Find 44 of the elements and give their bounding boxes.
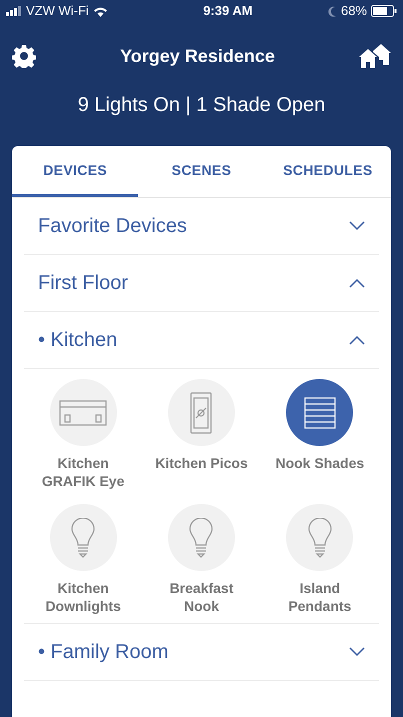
status-summary: 9 Lights On | 1 Shade Open bbox=[78, 93, 326, 118]
residence-title: Yorgey Residence bbox=[120, 44, 275, 68]
device-tile[interactable]: Kitchen Downlights bbox=[24, 504, 142, 615]
signal-icon bbox=[6, 6, 22, 16]
tab[interactable]: DEVICES bbox=[12, 146, 138, 197]
tab[interactable]: SCENES bbox=[138, 146, 265, 197]
moon-icon bbox=[328, 6, 337, 16]
battery-percent: 68% bbox=[340, 2, 367, 20]
section-header[interactable]: Favorite Devices bbox=[24, 198, 379, 255]
status-time: 9:39 AM bbox=[203, 2, 253, 20]
light-bulb-icon bbox=[71, 518, 96, 558]
tab[interactable]: SCHEDULES bbox=[264, 146, 391, 197]
section-title: • Kitchen bbox=[38, 328, 118, 353]
device-tile[interactable]: Kitchen Picos bbox=[142, 379, 261, 490]
battery-icon bbox=[371, 5, 397, 17]
device-tile[interactable]: Kitchen GRAFIK Eye bbox=[24, 379, 142, 490]
device-label: Kitchen Picos bbox=[154, 454, 249, 472]
section-header[interactable]: • Kitchen bbox=[24, 312, 379, 369]
light-bulb-icon bbox=[308, 518, 332, 558]
section-title: Favorite Devices bbox=[38, 214, 187, 239]
houses-icon[interactable] bbox=[358, 43, 391, 69]
device-label: Kitchen Downlights bbox=[44, 579, 122, 615]
carrier-text: VZW Wi-Fi bbox=[26, 2, 89, 20]
device-label: Island Pendants bbox=[287, 579, 352, 615]
chevron-up-icon bbox=[349, 278, 365, 288]
control-panel-icon bbox=[59, 400, 108, 426]
section-title: • Family Room bbox=[38, 640, 168, 665]
device-tile[interactable]: Nook Shades bbox=[260, 379, 379, 490]
wall-remote-icon bbox=[190, 392, 212, 434]
device-tile[interactable]: Island Pendants bbox=[260, 504, 379, 615]
chevron-up-icon bbox=[349, 335, 365, 345]
section-title: First Floor bbox=[38, 271, 128, 296]
section-header[interactable]: First Floor bbox=[24, 255, 379, 312]
device-tile[interactable]: Breakfast Nook bbox=[142, 504, 261, 615]
device-label: Kitchen GRAFIK Eye bbox=[40, 454, 126, 490]
settings-icon[interactable] bbox=[12, 44, 36, 68]
device-label: Breakfast Nook bbox=[168, 579, 234, 615]
light-bulb-icon bbox=[189, 518, 214, 558]
wifi-icon bbox=[92, 6, 108, 16]
chevron-down-icon bbox=[349, 647, 365, 657]
section-header[interactable]: • Family Room bbox=[24, 624, 379, 681]
window-shade-icon bbox=[304, 396, 336, 428]
chevron-down-icon bbox=[349, 221, 365, 231]
device-label: Nook Shades bbox=[274, 454, 366, 472]
